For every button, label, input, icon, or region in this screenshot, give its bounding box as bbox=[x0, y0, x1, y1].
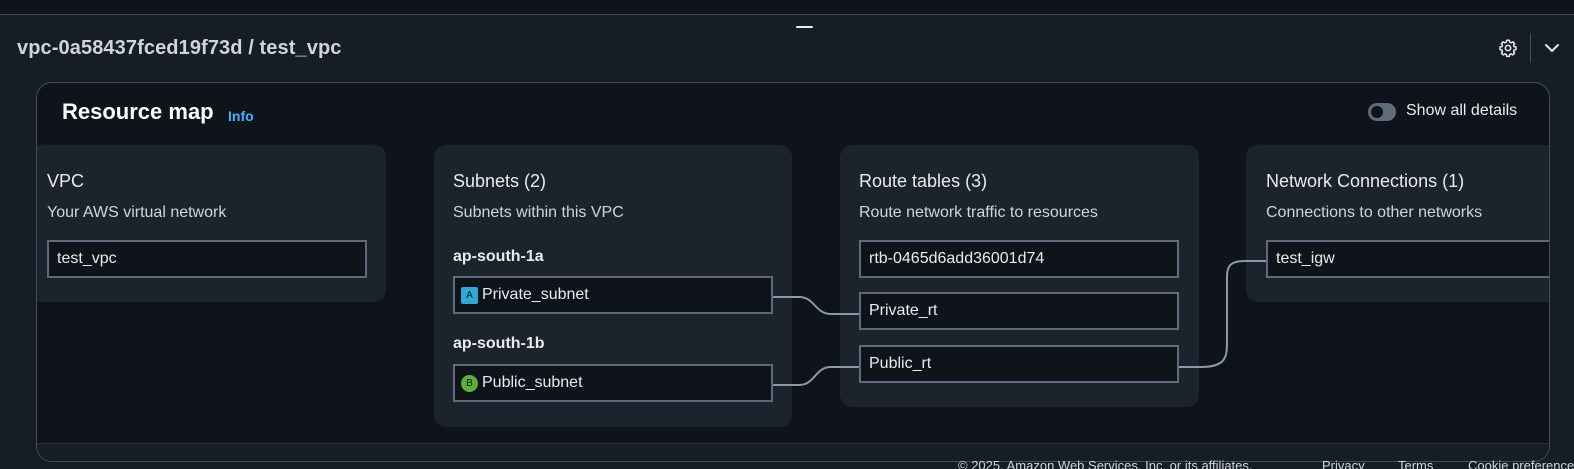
connector-lines bbox=[773, 260, 1266, 386]
header-divider bbox=[1530, 33, 1531, 63]
footer-terms-link[interactable]: Terms bbox=[1398, 458, 1433, 469]
resize-handle[interactable] bbox=[796, 26, 813, 28]
top-bar bbox=[0, 0, 1574, 15]
vpc-details-title: vpc-0a58437fced19f73d / test_vpc bbox=[17, 37, 342, 59]
page: vpc-0a58437fced19f73d / test_vpc Resourc… bbox=[0, 0, 1574, 469]
connector-private-subnet-to-private-rt bbox=[773, 296, 859, 315]
connector-public-rt-to-igw bbox=[1179, 260, 1266, 368]
footer-privacy-link[interactable]: Privacy bbox=[1322, 458, 1365, 469]
gear-icon bbox=[1499, 39, 1517, 58]
footer-cookie-link[interactable]: Cookie preferences bbox=[1468, 458, 1574, 469]
collapse-button[interactable] bbox=[1540, 37, 1564, 59]
resource-map-panel: Resource map Info Show all details VPC Y… bbox=[36, 82, 1550, 462]
chevron-down-icon bbox=[1545, 44, 1559, 52]
connector-public-subnet-to-public-rt bbox=[773, 366, 859, 386]
footer-copyright: © 2025, Amazon Web Services, Inc. or its… bbox=[958, 458, 1253, 469]
settings-button[interactable] bbox=[1497, 37, 1519, 59]
